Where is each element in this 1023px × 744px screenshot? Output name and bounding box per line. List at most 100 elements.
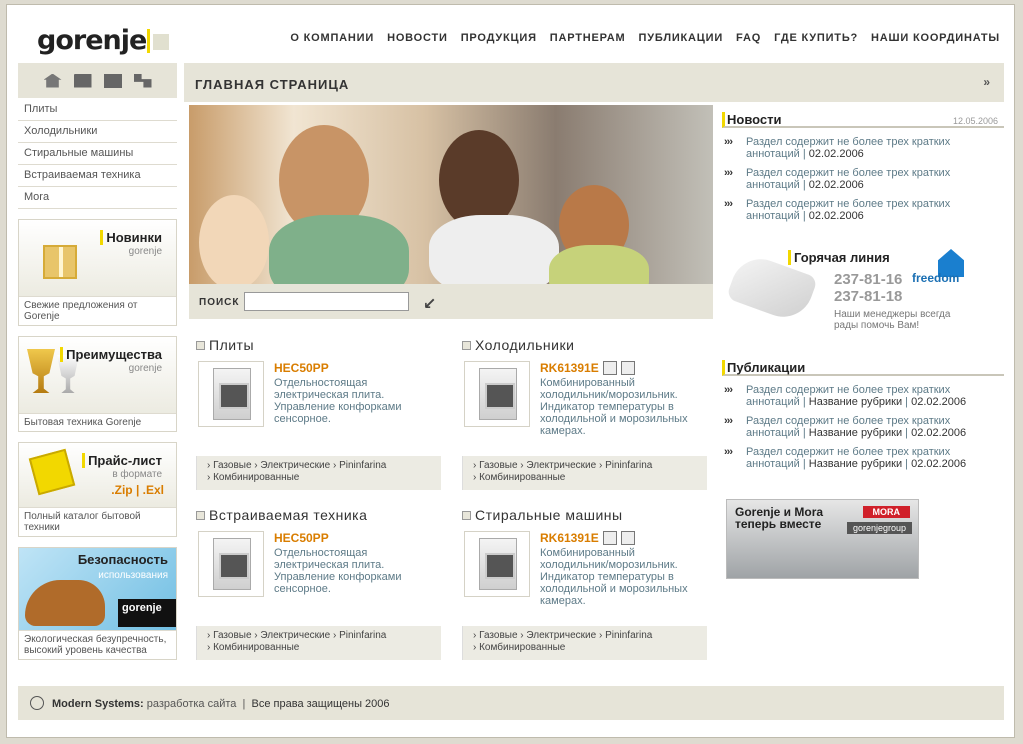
- news-item[interactable]: Раздел содержит не более трех кратких ан…: [722, 167, 1004, 191]
- link-gas[interactable]: Газовые: [213, 630, 251, 641]
- link-electric[interactable]: Электрические: [526, 460, 596, 471]
- feature-icon: [620, 361, 635, 375]
- product-category[interactable]: Холодильники: [475, 337, 574, 353]
- search-go-icon[interactable]: ↙: [423, 294, 436, 314]
- product-image[interactable]: [198, 361, 264, 427]
- promo-subtitle: gorenje: [128, 246, 162, 257]
- link-gas[interactable]: Газовые: [479, 630, 517, 641]
- promo-title: Новинки: [100, 230, 162, 245]
- nav-publications[interactable]: ПУБЛИКАЦИИ: [639, 32, 724, 44]
- product-image[interactable]: [464, 361, 530, 427]
- nav-where-to-buy[interactable]: ГДЕ КУПИТЬ?: [774, 32, 858, 44]
- promo-caption: Полный каталог бытовой техники: [19, 507, 176, 536]
- category-item[interactable]: Стиральные машины: [18, 143, 177, 165]
- category-item[interactable]: Встраиваемая техника: [18, 165, 177, 187]
- hero-family-photo: [189, 105, 713, 284]
- product-model[interactable]: HEC50PP: [274, 361, 329, 375]
- link-electric[interactable]: Электрические: [526, 630, 596, 641]
- publication-item[interactable]: Раздел содержит не более трех кратких ан…: [722, 446, 1004, 470]
- nav-products[interactable]: ПРОДУКЦИЯ: [461, 32, 537, 44]
- link-pininfarina[interactable]: Pininfarina: [339, 630, 386, 641]
- publication-item[interactable]: Раздел содержит не более трех кратких ан…: [722, 415, 1004, 439]
- banner-text: Gorenje и Mora теперь вместе: [735, 505, 824, 531]
- modern-systems-icon: [30, 696, 44, 710]
- product-category[interactable]: Стиральные машины: [475, 507, 623, 523]
- link-pininfarina[interactable]: Pininfarina: [605, 460, 652, 471]
- feature-icon: [602, 361, 617, 375]
- feature-icon: [620, 531, 635, 545]
- nav-faq[interactable]: FAQ: [736, 32, 761, 44]
- promo-subtitle: в формате: [112, 469, 162, 480]
- freedom-logo[interactable]: freedom: [912, 249, 968, 289]
- product-image[interactable]: [464, 531, 530, 597]
- nav-news[interactable]: НОВОСТИ: [387, 32, 448, 44]
- product-model[interactable]: RK61391E: [540, 531, 599, 545]
- category-item[interactable]: Mora: [18, 187, 177, 209]
- promo-title: Прайс-лист: [82, 453, 162, 468]
- sitemap-icon[interactable]: [133, 73, 152, 88]
- news-item[interactable]: Раздел содержит не более трех кратких ан…: [722, 136, 1004, 160]
- link-electric[interactable]: Электрические: [260, 630, 330, 641]
- link-combined[interactable]: Комбинированные: [213, 472, 299, 483]
- nav-company[interactable]: О КОМПАНИИ: [290, 32, 374, 44]
- dog-image: [25, 580, 105, 626]
- news-date: 12.05.2006: [952, 116, 998, 126]
- publications-title[interactable]: Публикации: [727, 360, 805, 375]
- link-combined[interactable]: Комбинированные: [479, 472, 565, 483]
- product-links: › Газовые › Электрические › Pininfarina …: [462, 456, 707, 490]
- promo-advantages[interactable]: Преимущества gorenje Бытовая техника Gor…: [18, 336, 177, 432]
- gorenje-logo[interactable]: gorenje: [37, 25, 170, 56]
- category-item[interactable]: Холодильники: [18, 121, 177, 143]
- publication-item[interactable]: Раздел содержит не более трех кратких ан…: [722, 384, 1004, 408]
- promo-pricelist[interactable]: Прайс-лист в формате .Zip | .Exl Полный …: [18, 442, 177, 537]
- promo-title: Безопасность: [77, 552, 168, 567]
- floppy-icon: [28, 448, 76, 496]
- product-category[interactable]: Встраиваемая техника: [209, 507, 367, 523]
- promo-caption: Бытовая техника Gorenje: [19, 413, 176, 431]
- link-electric[interactable]: Электрические: [260, 460, 330, 471]
- nav-contacts[interactable]: НАШИ КООРДИНАТЫ: [871, 32, 1000, 44]
- page-title: ГЛАВНАЯ СТРАНИЦА: [195, 77, 350, 92]
- mora-badge: MORA: [862, 506, 910, 518]
- more-arrows-icon[interactable]: »: [983, 75, 990, 89]
- home-icon[interactable]: [43, 73, 62, 88]
- category-item[interactable]: Плиты: [18, 99, 177, 121]
- publications-section: Публикации Раздел содержит не более трех…: [722, 360, 1004, 477]
- save-icon[interactable]: [103, 73, 122, 88]
- promo-safety[interactable]: Безопасность использования gorenje Эколо…: [18, 547, 177, 660]
- group-badge: gorenjegroup: [846, 522, 912, 534]
- nav-partners[interactable]: ПАРТНЕРАМ: [550, 32, 626, 44]
- footer-service[interactable]: разработка сайта: [147, 698, 237, 710]
- news-item[interactable]: Раздел содержит не более трех кратких ан…: [722, 198, 1004, 222]
- product-block: Холодильники RK61391E Комбинированный хо…: [462, 337, 707, 490]
- hotline-phone: 237-81-18: [834, 288, 903, 305]
- link-pininfarina[interactable]: Pininfarina: [605, 630, 652, 641]
- search-input[interactable]: [244, 292, 409, 311]
- link-pininfarina[interactable]: Pininfarina: [339, 460, 386, 471]
- sidebar: Плиты Холодильники Стиральные машины Вст…: [18, 63, 177, 660]
- product-description: Комбинированный холодильник/морозильник.…: [540, 377, 688, 437]
- category-list: Плиты Холодильники Стиральные машины Вст…: [18, 99, 177, 209]
- search-bar: ПОИСК ↙: [189, 284, 713, 319]
- mail-icon[interactable]: [73, 73, 92, 88]
- footer: Modern Systems: разработка сайта | Все п…: [18, 686, 1004, 720]
- promo-caption: Экологическая безупречность, высокий уро…: [19, 630, 176, 659]
- link-combined[interactable]: Комбинированные: [213, 642, 299, 653]
- mora-banner[interactable]: Gorenje и Mora теперь вместе MORA gorenj…: [726, 499, 919, 579]
- news-title[interactable]: Новости: [727, 112, 782, 127]
- link-gas[interactable]: Газовые: [213, 460, 251, 471]
- link-combined[interactable]: Комбинированные: [479, 642, 565, 653]
- promo-title: Преимущества: [60, 347, 162, 362]
- sidebar-iconbar: [18, 63, 177, 99]
- footer-separator: |: [242, 698, 246, 710]
- product-model[interactable]: HEC50PP: [274, 531, 329, 545]
- hotline-title: Горячая линия: [788, 250, 890, 265]
- product-category[interactable]: Плиты: [209, 337, 254, 353]
- promo-new[interactable]: Новинки gorenje Свежие предложения от Go…: [18, 219, 177, 326]
- footer-company[interactable]: Modern Systems:: [52, 698, 144, 710]
- hotline-note: Наши менеджеры всегда рады помочь Вам!: [834, 309, 951, 331]
- product-model[interactable]: RK61391E: [540, 361, 599, 375]
- link-gas[interactable]: Газовые: [479, 460, 517, 471]
- product-description: Отдельностоящая электрическая плита. Упр…: [274, 547, 402, 595]
- product-image[interactable]: [198, 531, 264, 597]
